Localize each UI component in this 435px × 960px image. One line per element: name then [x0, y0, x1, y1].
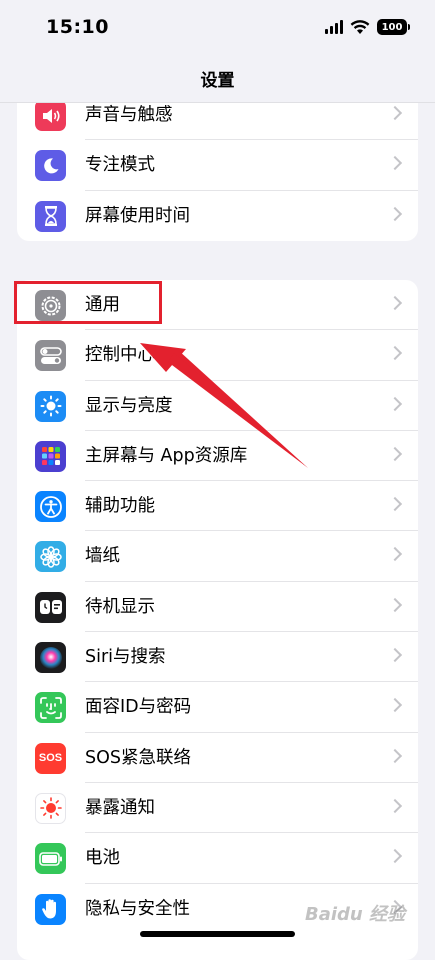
home-indicator[interactable]	[140, 931, 295, 937]
annotation-arrow-icon	[140, 343, 308, 468]
watermark: Baidu 经验	[304, 904, 405, 925]
